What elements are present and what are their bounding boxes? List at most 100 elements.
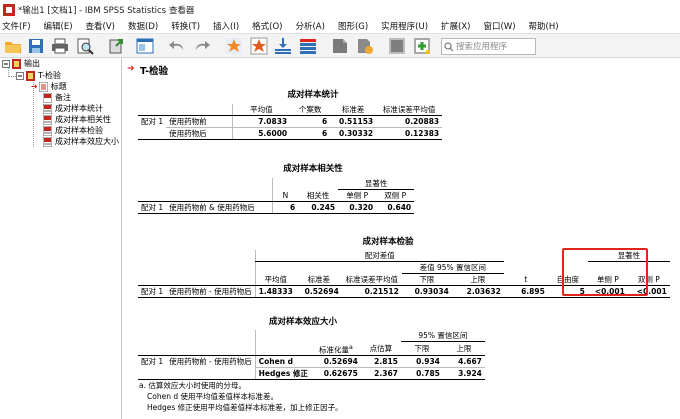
menu-extensions[interactable]: 扩展(X): [441, 20, 470, 32]
row-label: 使用药物前: [166, 115, 233, 128]
goto-data-icon[interactable]: [225, 37, 243, 55]
col-header: 标准误差平均值: [341, 273, 402, 286]
cell-ci-lower: 0.93034: [401, 285, 452, 298]
export-icon[interactable]: [108, 37, 126, 55]
effect-label: Hedges 修正: [254, 367, 311, 380]
tree-node-ttest[interactable]: T-检验: [16, 70, 61, 81]
cell-std: 0.52694: [310, 355, 361, 368]
window-title: *输出1 [文档1] - IBM SPSS Statistics 查看器: [18, 5, 195, 16]
col-header: 上限: [451, 273, 504, 286]
tree-item-effect-size[interactable]: 成对样本效应大小: [43, 136, 119, 147]
output-pane: ➜ T-检验 成对样本统计 平均值 个案数 标准差 标准误差平均值 配对 1 使…: [123, 58, 680, 419]
table-doc-icon: [43, 136, 52, 147]
open-icon[interactable]: [4, 37, 22, 55]
menu-insert[interactable]: 插入(I): [213, 20, 239, 32]
tree-label-ttest: T-检验: [38, 71, 62, 80]
undo-icon[interactable]: [168, 37, 186, 55]
current-section-arrow-icon: ➜: [127, 64, 135, 74]
create-script-icon[interactable]: [356, 37, 374, 55]
menu-window[interactable]: 窗口(W): [484, 20, 516, 32]
col-header: 单侧 P: [338, 189, 377, 202]
menu-utilities[interactable]: 实用程序(U): [381, 20, 428, 32]
tree-item-label: 成对样本效应大小: [55, 137, 119, 146]
paired-corr-table[interactable]: 显著性 N 相关性 单侧 P 双侧 P 配对 1 使用药物前 & 使用药物后 6…: [138, 178, 415, 214]
spss-app-icon: [3, 3, 15, 16]
menu-transform[interactable]: 转换(T): [171, 20, 200, 32]
cell-ci-lower: 0.785: [400, 367, 443, 380]
cell-n: 6: [290, 127, 331, 140]
cell-sd: 0.30332: [330, 127, 377, 140]
col-header: 双侧 P: [376, 189, 415, 202]
goto-variable-icon[interactable]: [274, 37, 292, 55]
search-input[interactable]: [456, 41, 534, 52]
collapse-icon[interactable]: [16, 71, 24, 80]
row-label: 使用药物前 & 使用药物后: [166, 201, 273, 214]
cell-correlation: 0.245: [298, 201, 339, 214]
col-header: 下限: [400, 341, 443, 356]
print-icon[interactable]: [51, 37, 69, 55]
print-preview-icon[interactable]: [76, 37, 94, 55]
cell-t: 6.895: [503, 285, 548, 298]
std-header-text: 标准化量: [318, 345, 349, 354]
cell-estimate: 2.367: [360, 367, 401, 380]
diff-group-header: 配对差值: [254, 250, 504, 262]
row-label: 使用药物后: [166, 127, 233, 140]
pair-label: 配对 1: [141, 117, 164, 127]
designate-window-icon[interactable]: [331, 37, 349, 55]
menu-edit[interactable]: 编辑(E): [44, 20, 73, 32]
menu-analyze[interactable]: 分析(A): [295, 20, 324, 32]
tree-item-paired-stats[interactable]: 成对样本统计: [43, 103, 103, 114]
menu-graphs[interactable]: 图形(G): [338, 20, 368, 32]
current-item-arrow-icon: ➜: [31, 82, 38, 91]
tree-item-label: 成对样本相关性: [55, 115, 111, 124]
tree-item-label: 标题: [50, 82, 67, 91]
footnote-marker: a: [348, 343, 353, 351]
search-box[interactable]: [441, 38, 536, 55]
save-icon[interactable]: [27, 37, 45, 55]
section-book-icon: [26, 70, 35, 81]
footnote-a: a. 估算效应大小时使用的分母。: [139, 381, 246, 390]
menu-data[interactable]: 数据(D): [128, 20, 158, 32]
menu-view[interactable]: 查看(V): [86, 20, 115, 32]
menu-help[interactable]: 帮助(H): [529, 20, 559, 32]
tree-item-label: 成对样本统计: [55, 104, 103, 113]
variables-icon[interactable]: [299, 37, 317, 55]
sig-group-header: 显著性: [338, 178, 415, 190]
cell-ci-lower: 0.934: [400, 355, 443, 368]
pair-label: 配对 1: [141, 357, 164, 367]
menu-file[interactable]: 文件(F): [2, 20, 31, 32]
outline-tree: 输出 T-检验 ➜ 标题 备注 成对样本统计 成对样本相关性 成对样本检验 成对…: [0, 58, 122, 419]
col-header: 上限: [442, 341, 485, 356]
col-header: 点估算: [360, 341, 401, 356]
effect-size-title: 成对样本效应大小: [268, 317, 337, 327]
effect-size-table[interactable]: 95% 置信区间 标准化量a 点估算 下限 上限 配对 1 使用药物前 - 使用…: [138, 330, 485, 380]
cell-n: 6: [290, 115, 331, 128]
tree-label-output: 输出: [24, 59, 40, 68]
cell-mean: 7.0833: [231, 115, 291, 128]
paired-stats-table[interactable]: 平均值 个案数 标准差 标准误差平均值 配对 1 使用药物前 7.0833 6 …: [138, 104, 443, 140]
cell-sd: 0.52694: [295, 285, 342, 298]
table-row: 配对 1 使用药物前 7.0833 6 0.51153 0.20883: [138, 115, 443, 128]
footnote-cohen: Cohen d 使用平均值差值样本标准差。: [147, 392, 278, 401]
menu-format[interactable]: 格式(O): [252, 20, 282, 32]
paired-stats-title: 成对样本统计: [287, 90, 339, 100]
goto-case-icon[interactable]: [250, 37, 268, 55]
insert-output-icon[interactable]: [413, 37, 431, 55]
redo-icon[interactable]: [193, 37, 211, 55]
col-header: 标准化量a: [310, 341, 361, 356]
cell-se: 0.12383: [376, 127, 443, 140]
cell-ci-upper: 2.03632: [451, 285, 504, 298]
tree-node-output[interactable]: 输出: [2, 58, 40, 69]
significance-highlight-box: [562, 248, 648, 296]
tree-item-notes[interactable]: 备注: [43, 92, 71, 103]
collapse-icon[interactable]: [2, 59, 10, 68]
tree-item-title[interactable]: ➜ 标题: [31, 81, 67, 92]
tree-item-paired-test[interactable]: 成对样本检验: [43, 125, 103, 136]
tree-item-paired-corr[interactable]: 成对样本相关性: [43, 114, 111, 125]
col-header: 个案数: [290, 104, 331, 116]
output-book-icon: [12, 58, 21, 69]
recall-dialog-icon[interactable]: [136, 37, 154, 55]
table-doc-icon: [43, 125, 52, 136]
show-all-icon[interactable]: [388, 37, 406, 55]
tree-item-label: 成对样本检验: [55, 126, 103, 135]
